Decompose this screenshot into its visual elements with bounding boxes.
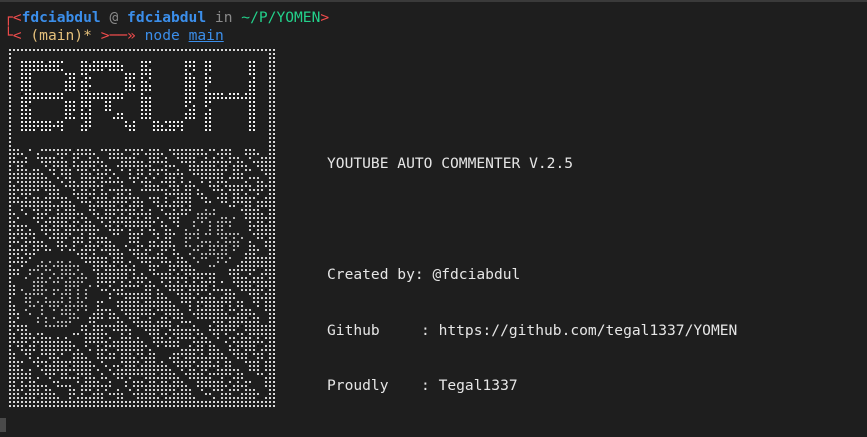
command-name: node xyxy=(144,27,180,44)
banner-row-created-by: Created by: @fdciabdul xyxy=(327,266,737,285)
prompt-bracket-open: ┌< xyxy=(4,9,22,26)
terminal-window[interactable]: ┌<fdciabdul @ fdciabdul in ~/P/YOMEN> └<… xyxy=(0,0,867,437)
banner-row-proudly: Proudly : Tegal1337 xyxy=(327,377,737,396)
banner-label: Proudly xyxy=(327,377,389,394)
prompt-host: fdciabdul xyxy=(127,9,207,26)
prompt-at: @ xyxy=(109,9,119,26)
prompt-line-2: └< (main)* >──» node main xyxy=(4,27,224,45)
prompt-in: in xyxy=(214,9,233,26)
command-argument: main xyxy=(188,27,224,44)
git-branch: (main)* xyxy=(30,27,92,44)
banner-label: Created by: xyxy=(327,266,424,283)
banner-row-github: Github : https://github.com/tegal1337/YOM… xyxy=(327,322,737,341)
ascii-art-dots xyxy=(9,49,275,407)
terminal-top-border xyxy=(0,0,867,2)
ascii-art-image xyxy=(7,47,275,407)
banner-value: @fdciabdul xyxy=(432,266,521,283)
terminal-cursor xyxy=(0,418,6,432)
prompt-user: fdciabdul xyxy=(21,9,101,26)
app-banner: YOUTUBE AUTO COMMENTER V.2.5 Created by:… xyxy=(327,118,737,433)
banner-value: : Tegal1337 xyxy=(421,377,518,394)
prompt-path: ~/P/YOMEN xyxy=(241,9,321,26)
prompt-bracket-close: > xyxy=(320,9,330,26)
app-title: YOUTUBE AUTO COMMENTER V.2.5 xyxy=(327,155,574,172)
prompt-bracket-open-2: └< xyxy=(4,27,22,44)
banner-spacer xyxy=(327,211,737,230)
prompt-line-1: ┌<fdciabdul @ fdciabdul in ~/P/YOMEN> xyxy=(4,9,329,27)
banner-label: Github xyxy=(327,321,380,339)
prompt-arrow: >──» xyxy=(100,27,136,44)
banner-value: : https://github.com/tegal1337/YOMEN xyxy=(421,321,738,339)
